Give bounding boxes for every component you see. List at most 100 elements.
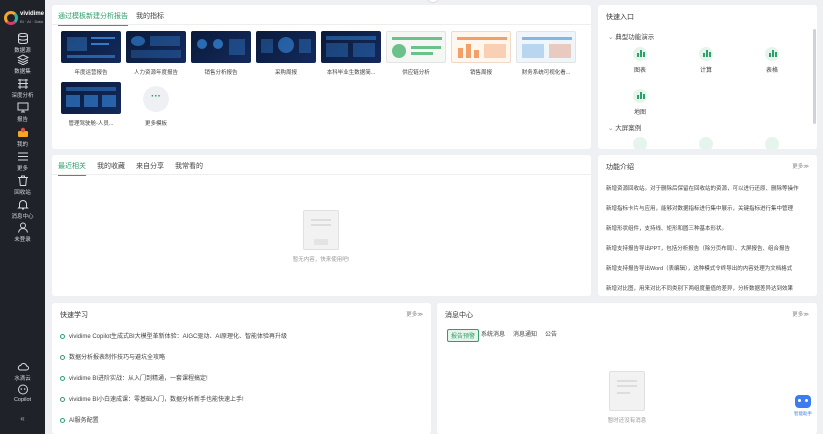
sidebar-item-datasource[interactable]: 数据源 (0, 33, 45, 54)
more-templates-button[interactable]: ··· 更多模板 (126, 82, 186, 127)
more-icon (17, 152, 28, 161)
features-title: 功能介绍 (606, 164, 634, 171)
learning-item[interactable]: AI服务配置 (60, 415, 99, 424)
sidebar-item-mine[interactable]: 我的 (0, 127, 45, 148)
sidebar-item-report[interactable]: 报告 (0, 102, 45, 123)
template-name: 销售分析报告 (204, 70, 238, 76)
bell-icon (16, 200, 29, 210)
mine-icon (17, 127, 28, 137)
map-icon (633, 89, 647, 103)
template-thumbnail (61, 82, 121, 114)
tab-new-from-template[interactable]: 通过模板新建分析报告 (58, 11, 128, 26)
tab-recent[interactable]: 最近相关 (58, 161, 86, 176)
sidebar-item-more[interactable]: 更多 (0, 151, 45, 172)
template-thumbnail (61, 31, 121, 63)
messages-empty-state: 暂时还没有消息 (577, 371, 677, 424)
template-name: 管理驾驶舱-人员... (68, 121, 114, 127)
tab-shared[interactable]: 来自分享 (136, 161, 164, 171)
tab-report-alert[interactable]: 报告预警 (447, 329, 480, 342)
quick-entry-calc[interactable]: 计算 (686, 47, 726, 74)
quick-entry-scrollbar[interactable] (813, 29, 816, 124)
template-name: 本科毕业生数据简... (326, 70, 376, 76)
database-icon (17, 33, 28, 44)
assistant-label: 智能助手 (794, 411, 812, 416)
quick-entry-map[interactable]: 地图 (620, 89, 660, 116)
template-name: 财务系统可视化看... (521, 70, 571, 76)
quick-entry-bigscreen[interactable] (752, 137, 792, 149)
sidebar-item-cloud[interactable]: 水滴云 (0, 361, 45, 382)
play-icon (60, 397, 65, 402)
sidebar-item-label: 更多 (16, 166, 28, 172)
sidebar-item-copilot[interactable]: Copilot (0, 384, 45, 403)
quick-entry-section[interactable]: ⌄ 典型功能演示 (608, 31, 654, 41)
quick-entry-label: 表格 (765, 68, 778, 74)
sidebar-item-label: 数据集 (14, 69, 31, 75)
quick-entry-table[interactable]: 表格 (752, 47, 792, 74)
trash-icon (17, 175, 28, 186)
tab-notifications[interactable]: 消息通知 (513, 329, 537, 338)
quick-entry-chart[interactable]: 图表 (620, 47, 660, 74)
template-card[interactable]: 销售周报 (451, 31, 511, 76)
learning-item[interactable]: vividime Copilot生成式BI大模型革新体验：AIGC驱动、AI原理… (60, 331, 287, 340)
template-card[interactable]: 人力资源年度报告 (126, 31, 186, 76)
sidebar-item-label: 深度分析 (11, 93, 34, 99)
empty-message-icon (609, 371, 645, 411)
features-more-link[interactable]: 更多≫ (792, 162, 809, 170)
template-card[interactable]: 管理驾驶舱-人员... (61, 82, 121, 127)
tab-my-indicators[interactable]: 我的指标 (136, 11, 164, 21)
analysis-icon (17, 79, 28, 89)
template-card[interactable]: 供应链分析 (386, 31, 446, 76)
learning-title: 快速学习 (60, 312, 88, 319)
sidebar-item-messages[interactable]: 消息中心 (0, 199, 45, 220)
assistant-button[interactable]: 智能助手 (790, 395, 816, 421)
sidebar-item-analysis[interactable]: 深度分析 (0, 78, 45, 99)
dataset-icon (16, 54, 29, 65)
learning-item-text: vividime BI进阶实战：从入门到精通，一套课程搞定! (69, 376, 208, 382)
quick-entry-section-title: 典型功能演示 (615, 34, 655, 41)
sidebar-item-label: 我的 (16, 142, 28, 148)
learning-more-link[interactable]: 更多≫ (406, 310, 423, 318)
sidebar-collapse-button[interactable]: « (0, 414, 45, 423)
feature-item[interactable]: 新增支持报告导出PPT，包括分析报告（除分页布局）、大屏报告、组合报告 (606, 244, 807, 252)
tab-favorites[interactable]: 我的收藏 (97, 161, 125, 171)
learning-item[interactable]: vividime BI小白速成课：零基础入门，数据分析新手也能快速上手! (60, 394, 244, 403)
play-icon (60, 376, 65, 381)
template-card[interactable]: 销售分析报告 (191, 31, 251, 76)
empty-text: 暂时还没有消息 (607, 418, 647, 424)
tab-system-messages[interactable]: 系统消息 (481, 329, 505, 338)
sidebar-item-trash[interactable]: 回收站 (0, 175, 45, 196)
template-name: 销售周报 (469, 70, 492, 76)
template-thumbnail (126, 31, 186, 63)
quick-entry-section[interactable]: ⌄ 大屏案例 (608, 122, 641, 132)
tab-announcements[interactable]: 公告 (545, 329, 557, 338)
template-card[interactable]: 年度运营报告 (61, 31, 121, 76)
template-card[interactable]: 采购周报 (256, 31, 316, 76)
panel-toggle-handle[interactable] (426, 0, 440, 3)
calc-icon (699, 47, 713, 61)
tab-frequent[interactable]: 我常看的 (175, 161, 203, 171)
chart-icon (633, 137, 647, 149)
learning-item[interactable]: 数据分析报表制作技巧与避坑全攻略 (60, 352, 165, 361)
sidebar-item-dataset[interactable]: 数据集 (0, 54, 45, 75)
feature-item[interactable]: 新增形状组件，支持线、矩形和圆三种基本形状。 (606, 224, 807, 232)
quick-entry-bigscreen[interactable] (620, 137, 660, 149)
template-name: 供应链分析 (402, 70, 430, 76)
feature-item[interactable]: 新增支持报告导出Word（表编辑），这种模式令终导出的内容处理为文档格式 (606, 264, 807, 272)
sidebar-item-label: 水滴云 (14, 376, 31, 382)
quick-entry-bigscreen[interactable] (686, 137, 726, 149)
feature-item[interactable]: 新增资源回收站。对于删除后保留在回收站的资源，可以进行还原、删除等操作 (606, 184, 807, 192)
messages-card: 消息中心 更多≫ 报告预警 系统消息 消息通知 公告 暂时还没有消息 (437, 303, 817, 434)
chart-icon (699, 137, 713, 149)
messages-more-link[interactable]: 更多≫ (792, 310, 809, 318)
template-card[interactable]: 本科毕业生数据简... (321, 31, 381, 76)
learning-item[interactable]: vividime BI进阶实战：从入门到精通，一套课程搞定! (60, 373, 208, 382)
chart-icon (633, 47, 647, 61)
template-card[interactable]: 财务系统可视化看... (516, 31, 576, 76)
brand-logo[interactable]: vividime BI · AI · Data (3, 8, 44, 30)
feature-item[interactable]: 新增对比图，用来对比不同类别下两组度量值的差异，分析数据差异达到效果 (606, 284, 807, 292)
quick-entry-label: 图表 (633, 68, 646, 74)
template-thumbnail (321, 31, 381, 63)
learning-item-text: vividime BI小白速成课：零基础入门，数据分析新手也能快速上手! (69, 397, 244, 403)
sidebar-item-login[interactable]: 未登录 (0, 222, 45, 243)
feature-item[interactable]: 新增指标卡片与应用，能够对数据指标进行集中展示，关键指标进行集中管理 (606, 204, 807, 212)
